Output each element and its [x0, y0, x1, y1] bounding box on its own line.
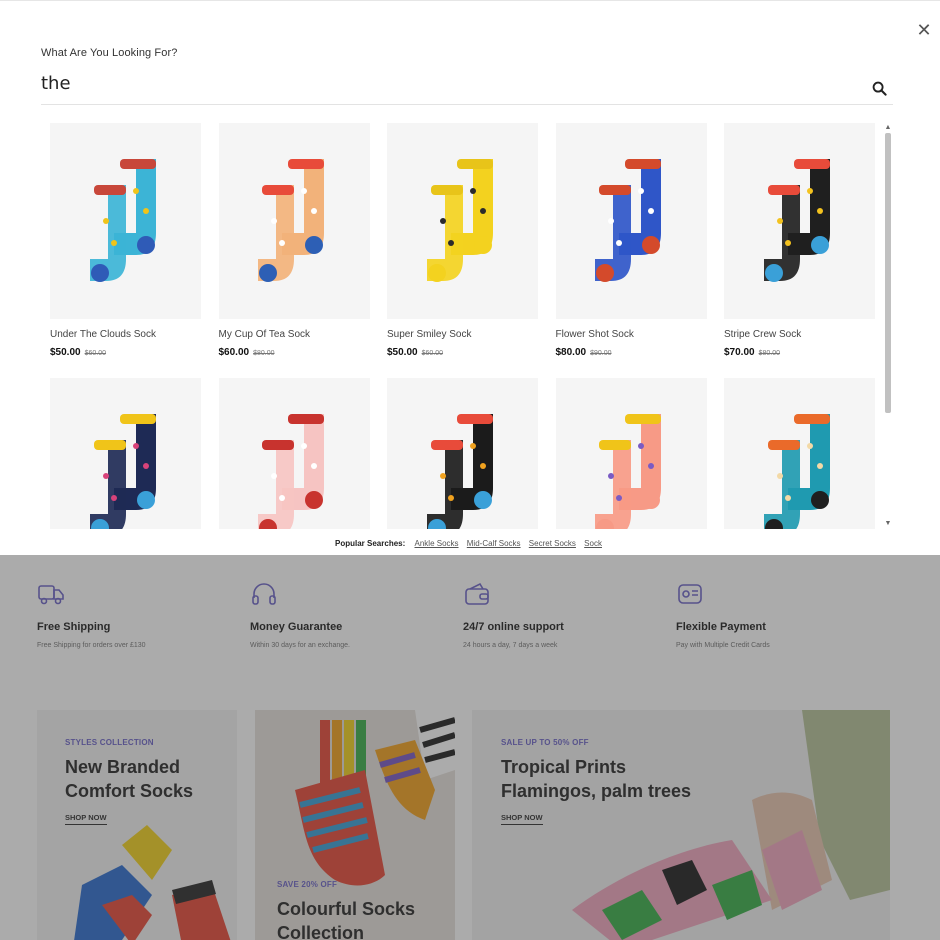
product-image[interactable] — [724, 123, 875, 319]
close-icon[interactable]: ✕ — [914, 21, 934, 41]
product-image[interactable] — [50, 378, 201, 529]
sock-image — [595, 159, 661, 282]
product-price: $70.00 — [724, 347, 755, 358]
product-name[interactable]: Flower Shot Sock — [556, 329, 707, 342]
product-card[interactable]: Stripe Crew Sock $70.00 $80.00 — [724, 123, 875, 358]
popular-link-mid-calf-socks[interactable]: Mid-Calf Socks — [467, 539, 521, 548]
product-price: $50.00 — [387, 347, 418, 358]
search-input[interactable] — [41, 69, 841, 97]
product-old-price: $80.00 — [253, 350, 275, 357]
product-old-price: $60.00 — [84, 350, 107, 357]
product-name[interactable]: Super Smiley Sock — [387, 329, 538, 342]
sock-image — [258, 414, 324, 529]
product-image[interactable] — [555, 378, 707, 529]
product-name[interactable]: Stripe Crew Sock — [724, 329, 875, 342]
product-card[interactable] — [555, 378, 707, 529]
sock-image — [763, 414, 830, 529]
product-image[interactable] — [387, 378, 538, 529]
sock-image — [258, 159, 324, 282]
popular-link-secret-socks[interactable]: Secret Socks — [529, 539, 576, 548]
search-results: Under The Clouds Sock $50.00 $60.00 My Cu… — [40, 117, 885, 529]
sock-image — [89, 414, 156, 529]
product-card[interactable]: Flower Shot Sock $80.00 $90.00 — [555, 123, 707, 358]
product-card[interactable]: Under The Clouds Sock $50.00 $60.00 — [50, 123, 201, 358]
scroll-down-arrow-icon[interactable]: ▼ — [883, 519, 893, 529]
sock-image — [595, 414, 661, 529]
sock-image — [426, 414, 493, 529]
product-image[interactable] — [218, 123, 370, 319]
search-overlay: ✕ What Are You Looking For? Under The Cl… — [0, 0, 940, 555]
product-card[interactable] — [387, 378, 538, 529]
product-grid: Under The Clouds Sock $50.00 $60.00 My Cu… — [40, 117, 885, 529]
product-image[interactable] — [218, 378, 370, 529]
product-card[interactable] — [724, 378, 875, 529]
product-image[interactable] — [50, 123, 201, 319]
search-label: What Are You Looking For? — [41, 47, 178, 59]
product-price: $80.00 — [555, 347, 587, 358]
popular-link-ankle-socks[interactable]: Ankle Socks — [415, 539, 459, 548]
product-card[interactable] — [50, 378, 201, 529]
product-price: $50.00 — [50, 347, 81, 358]
search-icon[interactable] — [872, 81, 887, 96]
product-card[interactable] — [218, 378, 370, 529]
product-old-price: $60.00 — [421, 350, 444, 357]
product-old-price: $90.00 — [590, 350, 612, 357]
product-name[interactable]: My Cup Of Tea Sock — [219, 329, 370, 342]
product-name[interactable]: Under The Clouds Sock — [50, 329, 201, 342]
scroll-thumb[interactable] — [885, 133, 891, 413]
popular-searches-label: Popular Searches: — [335, 539, 406, 548]
scroll-up-arrow-icon[interactable]: ▲ — [883, 123, 893, 133]
product-image[interactable] — [724, 378, 875, 529]
product-image[interactable] — [555, 123, 707, 319]
product-card[interactable]: Super Smiley Sock $50.00 $60.00 — [387, 123, 538, 358]
product-card[interactable]: My Cup Of Tea Sock $60.00 $80.00 — [218, 123, 370, 358]
product-image[interactable] — [387, 123, 538, 319]
product-old-price: $80.00 — [758, 350, 781, 357]
sock-image — [763, 159, 830, 282]
sock-image — [426, 159, 493, 282]
search-bar — [41, 67, 893, 105]
popular-link-sock[interactable]: Sock — [584, 539, 602, 548]
results-scrollbar[interactable]: ▲ ▼ — [883, 123, 893, 529]
sock-image — [89, 159, 156, 282]
page-dim-backdrop[interactable] — [0, 555, 940, 940]
popular-searches: Popular Searches: Ankle Socks Mid-Calf S… — [0, 539, 940, 548]
product-price: $60.00 — [218, 347, 250, 358]
